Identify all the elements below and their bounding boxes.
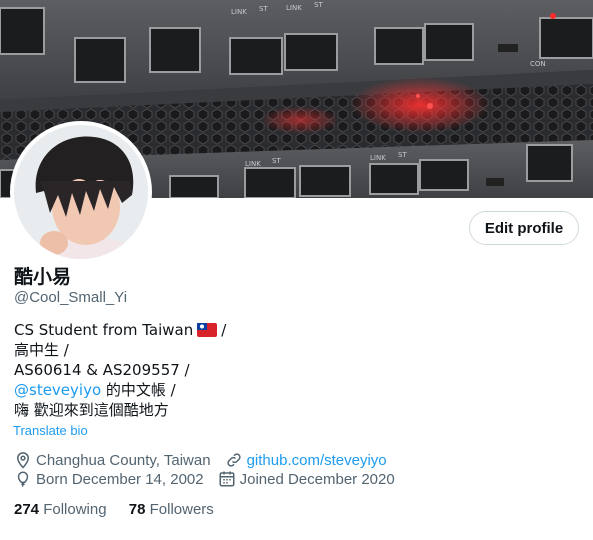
location-icon bbox=[14, 451, 32, 469]
svg-text:ST: ST bbox=[259, 5, 268, 13]
link-icon bbox=[225, 451, 243, 469]
svg-text:ST: ST bbox=[272, 157, 281, 165]
website-link[interactable]: github.com/steveyiyo bbox=[247, 452, 387, 469]
joined-text: Joined December 2020 bbox=[239, 470, 395, 488]
followers-label: Followers bbox=[149, 501, 214, 518]
following-count: 274 bbox=[14, 501, 40, 518]
birthday-text: Born December 14, 2002 bbox=[36, 470, 204, 488]
meta-row-2: Born December 14, 2002 Joined December 2… bbox=[14, 470, 395, 488]
svg-text:CON: CON bbox=[530, 60, 546, 68]
bio-line-1-text: CS Student from Taiwan bbox=[14, 321, 194, 339]
avatar[interactable] bbox=[10, 121, 152, 263]
bio: CS Student from Taiwan / 高中生 / AS60614 &… bbox=[14, 320, 226, 420]
bio-line-4: @steveyiyo 的中文帳 / bbox=[14, 380, 226, 400]
svg-text:LINK: LINK bbox=[370, 154, 386, 162]
svg-text:LINK: LINK bbox=[231, 8, 247, 16]
taiwan-flag-icon bbox=[197, 323, 218, 337]
bio-line-4-text: 的中文帳 / bbox=[101, 381, 176, 399]
balloon-icon bbox=[14, 470, 32, 488]
bio-line-5: 嗨 歡迎來到這個酷地方 bbox=[14, 401, 169, 419]
svg-text:LINK: LINK bbox=[286, 4, 302, 12]
followers-count: 78 bbox=[128, 501, 146, 518]
display-name: 酷小易 bbox=[14, 266, 72, 288]
followers-link[interactable]: 78 Followers bbox=[129, 501, 214, 518]
avatar-photo bbox=[14, 125, 148, 259]
svg-text:ST: ST bbox=[398, 151, 407, 159]
svg-text:LINK: LINK bbox=[245, 160, 261, 168]
handle: @Cool_Small_Yi bbox=[14, 289, 128, 306]
bio-line-2: 高中生 / bbox=[14, 341, 69, 359]
follow-counts: 274 Following 78 Followers bbox=[14, 501, 214, 518]
meta-row-1: Changhua County, Taiwan github.com/steve… bbox=[14, 451, 387, 469]
following-link[interactable]: 274 Following bbox=[14, 501, 107, 518]
edit-profile-button[interactable]: Edit profile bbox=[469, 211, 579, 245]
svg-text:ST: ST bbox=[314, 1, 323, 9]
calendar-icon bbox=[218, 470, 236, 488]
translate-bio-link[interactable]: Translate bio bbox=[13, 423, 88, 438]
mention-link[interactable]: @steveyiyo bbox=[14, 381, 101, 399]
bio-line-1: CS Student from Taiwan / bbox=[14, 320, 226, 340]
location-text: Changhua County, Taiwan bbox=[36, 451, 211, 469]
bio-line-3: AS60614 & AS209557 / bbox=[14, 361, 190, 379]
following-label: Following bbox=[43, 501, 107, 518]
bio-line-1-suffix: / bbox=[221, 321, 227, 339]
